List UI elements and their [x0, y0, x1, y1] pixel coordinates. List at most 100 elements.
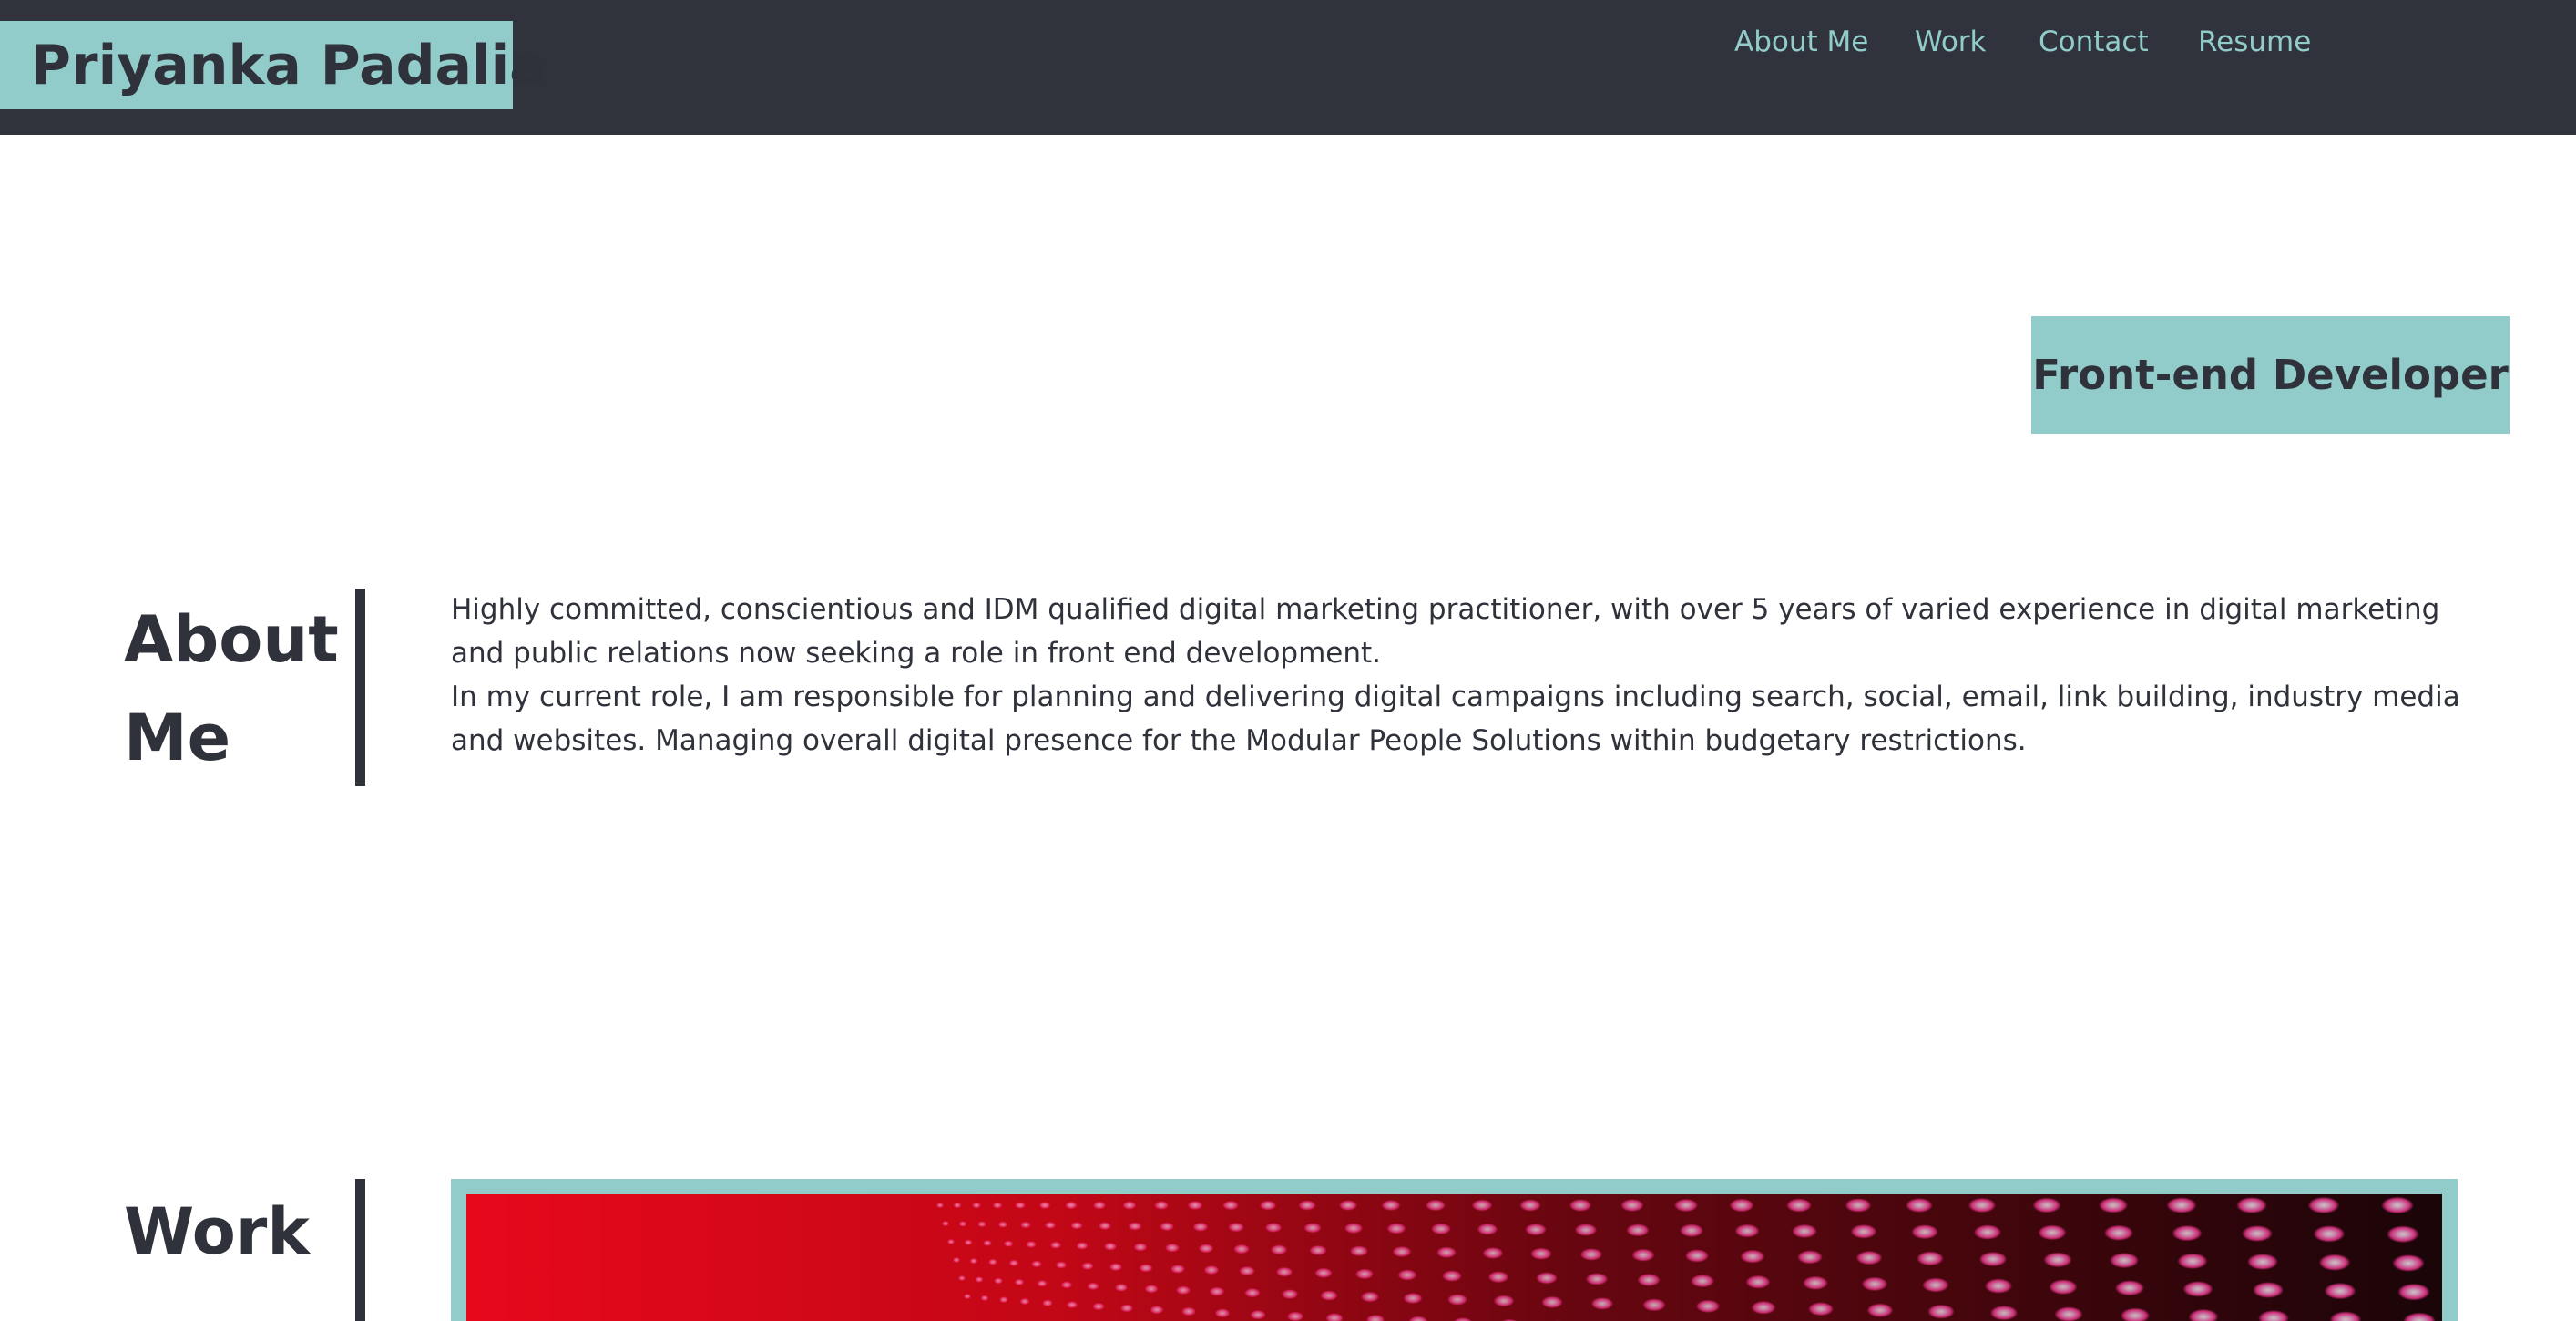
led-dot — [1122, 1201, 1137, 1210]
led-dot — [983, 1240, 992, 1246]
led-dot — [1684, 1249, 1710, 1263]
led-dot — [1133, 1243, 1148, 1252]
site-header: Priyanka Padalia About Me Work Contact R… — [0, 0, 2576, 135]
led-dot — [1087, 1282, 1099, 1290]
led-dot — [1392, 1246, 1412, 1257]
led-dot — [942, 1221, 949, 1226]
led-dot — [1008, 1259, 1019, 1266]
led-dot — [1044, 1221, 1057, 1229]
led-dot — [1797, 1250, 1823, 1265]
work-project-image[interactable] — [466, 1194, 2442, 1321]
led-dot — [999, 1296, 1008, 1304]
led-dot — [1745, 1275, 1771, 1289]
led-dot — [1984, 1278, 2013, 1294]
led-dot — [1198, 1244, 1214, 1254]
led-dot — [1442, 1270, 1462, 1282]
led-dot — [964, 1294, 971, 1299]
led-dot — [1076, 1242, 1089, 1250]
led-dot — [2236, 1197, 2267, 1213]
led-dot — [1381, 1200, 1401, 1211]
about-paragraph-2: In my current role, I am responsible for… — [451, 681, 2460, 757]
led-dot — [1187, 1201, 1203, 1210]
led-dot — [1978, 1251, 2008, 1267]
led-dot — [1309, 1244, 1327, 1256]
led-dot — [1109, 1263, 1123, 1272]
work-divider — [355, 1179, 365, 1321]
led-dot — [1690, 1274, 1715, 1288]
led-dot — [1338, 1200, 1358, 1211]
led-dot — [1525, 1224, 1547, 1236]
led-dot — [1751, 1300, 1776, 1315]
led-dot — [1637, 1274, 1661, 1286]
led-dot — [1014, 1278, 1025, 1285]
led-dot — [1160, 1222, 1174, 1232]
led-dot — [1070, 1222, 1083, 1230]
led-dot — [2032, 1197, 2061, 1213]
led-dot — [2177, 1253, 2208, 1270]
work-project-card[interactable] — [451, 1179, 2458, 1321]
led-wall-image — [466, 1194, 2442, 1321]
about-body: Highly committed, conscientious and IDM … — [451, 588, 2482, 763]
led-dot — [997, 1221, 1008, 1228]
led-dot — [1642, 1298, 1666, 1312]
about-heading: About Me — [124, 590, 339, 787]
nav-link-about-me[interactable]: About Me — [1734, 26, 1868, 58]
led-dot — [980, 1295, 989, 1302]
led-dot — [1228, 1222, 1244, 1233]
led-dot — [2307, 1196, 2340, 1214]
led-dot — [1973, 1224, 2002, 1240]
led-dot — [1003, 1240, 1014, 1247]
led-dot — [1020, 1221, 1031, 1229]
led-dot — [1037, 1280, 1048, 1287]
role-tag: Front-end Developer — [2031, 316, 2510, 434]
led-dot — [1049, 1241, 1062, 1249]
led-dot — [1114, 1283, 1129, 1292]
led-dot — [2098, 1197, 2129, 1213]
led-dot — [1536, 1272, 1558, 1285]
led-dot — [1344, 1223, 1364, 1234]
nav-link-contact[interactable]: Contact — [2039, 26, 2149, 58]
led-dot — [977, 1221, 986, 1228]
led-dot — [936, 1203, 944, 1208]
led-dot — [2313, 1225, 2346, 1243]
led-dot — [1906, 1198, 1933, 1213]
led-dot — [1038, 1202, 1051, 1209]
led-dot — [969, 1257, 978, 1265]
led-dot — [1275, 1266, 1293, 1277]
nav-link-resume[interactable]: Resume — [2198, 26, 2311, 58]
led-dot — [1861, 1276, 1888, 1292]
led-dot — [992, 1202, 1003, 1209]
led-dot — [1447, 1294, 1467, 1306]
led-dot — [1354, 1268, 1375, 1280]
led-dot — [1103, 1242, 1118, 1251]
led-dot — [1298, 1200, 1316, 1211]
about-paragraph-1: Highly committed, conscientious and IDM … — [451, 593, 2440, 670]
led-dot — [2114, 1280, 2145, 1296]
led-dot — [1989, 1305, 2019, 1321]
led-dot — [1244, 1287, 1261, 1298]
led-dot — [2166, 1197, 2197, 1213]
led-dot — [1233, 1244, 1250, 1254]
led-dot — [1286, 1311, 1304, 1321]
led-dot — [1397, 1269, 1417, 1281]
nav-link-work[interactable]: Work — [1915, 26, 1987, 58]
led-dot — [1081, 1262, 1094, 1270]
led-dot — [953, 1202, 962, 1209]
led-dot — [1585, 1273, 1609, 1285]
led-dot — [2049, 1279, 2078, 1295]
led-dot — [1015, 1202, 1026, 1209]
led-dot — [1482, 1247, 1504, 1259]
led-dot — [2172, 1224, 2203, 1242]
led-dot — [1144, 1285, 1159, 1294]
led-dot — [1349, 1245, 1369, 1257]
led-dot — [1360, 1291, 1380, 1303]
led-dot — [2247, 1254, 2278, 1270]
site-logo[interactable]: Priyanka Padalia — [0, 21, 547, 109]
led-dot — [1065, 1201, 1078, 1210]
led-dot — [1426, 1199, 1446, 1212]
led-dot — [1431, 1223, 1451, 1235]
led-dot — [2038, 1224, 2067, 1241]
led-dot — [1154, 1201, 1169, 1210]
led-dot — [1209, 1286, 1225, 1296]
led-dot — [1673, 1198, 1699, 1213]
